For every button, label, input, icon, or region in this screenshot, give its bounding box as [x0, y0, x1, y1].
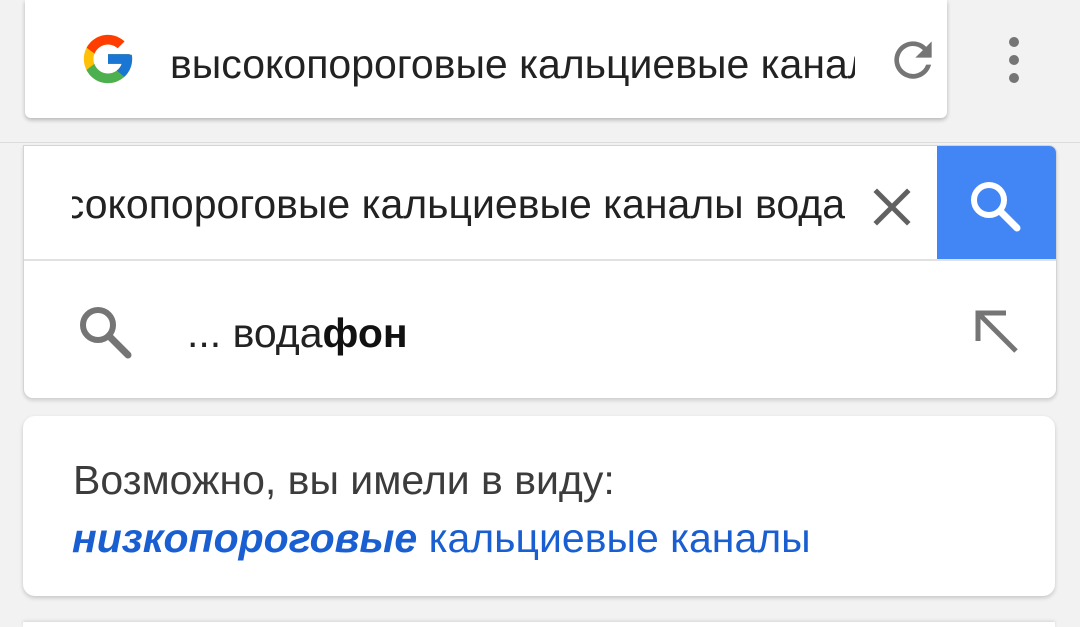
- google-g-icon: [83, 34, 133, 84]
- did-you-mean-link[interactable]: низкопороговые кальциевые каналы: [72, 510, 811, 566]
- suggestion-completion: фон: [322, 310, 408, 356]
- suggestion-text: ... водафон: [187, 305, 408, 361]
- search-query-text: высокопороговые кальциевые каналы вода: [72, 181, 845, 227]
- search-icon: [971, 182, 1021, 232]
- search-row: высокопороговые кальциевые каналы вода: [24, 146, 1056, 261]
- suggestion-prefix: ... вода: [187, 310, 323, 356]
- omnibox-url-text[interactable]: высокопороговые кальциевые каналы водафо…: [170, 36, 855, 92]
- search-icon: [80, 307, 132, 359]
- did-you-mean-emphasized: низкопороговые: [72, 515, 418, 561]
- search-box-card: высокопороговые кальциевые каналы вода .…: [23, 145, 1057, 399]
- did-you-mean-rest: кальциевые каналы: [417, 515, 811, 561]
- suggestion-item[interactable]: ... водафон: [24, 261, 1056, 398]
- did-you-mean-label: Возможно, вы имели в виду:: [73, 457, 615, 503]
- reload-icon[interactable]: [885, 32, 941, 88]
- browser-toolbar: высокопороговые кальциевые каналы водафо…: [0, 0, 1080, 143]
- search-input[interactable]: высокопороговые кальциевые каналы вода: [72, 146, 845, 259]
- more-vert-icon[interactable]: [994, 30, 1034, 90]
- arrow-up-left-icon[interactable]: [970, 305, 1026, 361]
- did-you-mean-card: Возможно, вы имели в виду: низкопороговы…: [23, 416, 1055, 596]
- close-icon[interactable]: [869, 184, 915, 230]
- next-card-edge: [23, 622, 1055, 627]
- search-button[interactable]: [937, 146, 1056, 259]
- omnibox[interactable]: высокопороговые кальциевые каналы водафо…: [25, 0, 1019, 118]
